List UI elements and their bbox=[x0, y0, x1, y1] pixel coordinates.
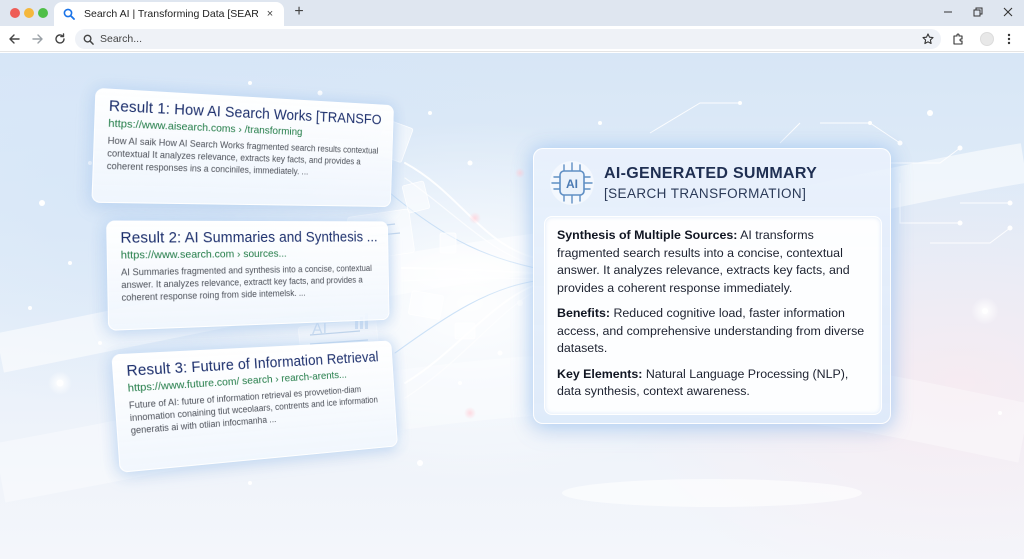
extensions-puzzle-icon[interactable] bbox=[950, 31, 966, 47]
tab-title: Search AI | Transforming Data [SEARCHING… bbox=[84, 8, 258, 20]
result-title[interactable]: Result 2: AI Summaries and Synthesis ... bbox=[120, 230, 377, 247]
search-icon bbox=[62, 7, 76, 21]
search-result-1[interactable]: Result 1: How AI Search Works [TRANSFORM… bbox=[91, 87, 394, 208]
search-icon bbox=[83, 34, 94, 45]
forward-arrow-icon[interactable] bbox=[30, 31, 46, 47]
summary-section-synthesis: Synthesis of Multiple Sources: AI transf… bbox=[557, 227, 869, 297]
close-window-button[interactable] bbox=[10, 8, 20, 18]
minimize-icon[interactable] bbox=[940, 4, 956, 20]
summary-subtitle: [SEARCH TRANSFORMATION] bbox=[604, 186, 807, 201]
new-tab-button[interactable]: + bbox=[291, 4, 307, 20]
ai-summary-panel: AI AI-GENERATED SUMMARY [SEARCH TRANSFOR… bbox=[533, 148, 891, 424]
summary-section-key-elements: Key Elements: Natural Language Processin… bbox=[557, 366, 869, 401]
ai-glyph-fragment: AI bbox=[312, 321, 327, 338]
browser-tab[interactable]: Search AI | Transforming Data [SEARCHING… bbox=[54, 2, 284, 26]
tab-strip: Search AI | Transforming Data [SEARCHING… bbox=[0, 0, 1024, 26]
address-bar[interactable] bbox=[75, 29, 941, 49]
result-url[interactable]: https://www.search.com › sources... bbox=[121, 247, 378, 262]
ai-chip-icon: AI bbox=[550, 161, 594, 205]
result-snippet: How AI saik How AI Search Works fragment… bbox=[106, 135, 379, 177]
minimize-window-button[interactable] bbox=[24, 8, 34, 18]
section-heading: Benefits: bbox=[557, 306, 611, 320]
ai-chip-label: AI bbox=[566, 177, 578, 191]
hero-illustration: AI Result 1: How AI Search Works [TRANSF… bbox=[0, 53, 1024, 559]
bookmark-star-icon[interactable] bbox=[921, 32, 935, 46]
summary-section-benefits: Benefits: Reduced cognitive load, faster… bbox=[557, 305, 869, 358]
reload-icon[interactable] bbox=[52, 31, 68, 47]
section-heading: Synthesis of Multiple Sources: bbox=[557, 228, 738, 242]
result-snippet: AI Summaries fragmented and synthesis in… bbox=[120, 263, 372, 303]
summary-content: Synthesis of Multiple Sources: AI transf… bbox=[544, 216, 882, 415]
search-input[interactable] bbox=[100, 33, 900, 45]
section-heading: Key Elements: bbox=[557, 366, 643, 381]
profile-avatar[interactable] bbox=[980, 32, 994, 46]
zoom-window-button[interactable] bbox=[38, 8, 48, 18]
close-tab-icon[interactable]: × bbox=[264, 8, 276, 20]
back-arrow-icon[interactable] bbox=[6, 31, 22, 47]
summary-title: AI-GENERATED SUMMARY bbox=[604, 165, 818, 182]
restore-icon[interactable] bbox=[970, 4, 986, 20]
more-menu-icon[interactable] bbox=[1002, 31, 1016, 47]
close-icon[interactable] bbox=[1000, 4, 1016, 20]
search-result-2[interactable]: Result 2: AI Summaries and Synthesis ...… bbox=[106, 220, 390, 331]
browser-toolbar bbox=[0, 26, 1024, 52]
